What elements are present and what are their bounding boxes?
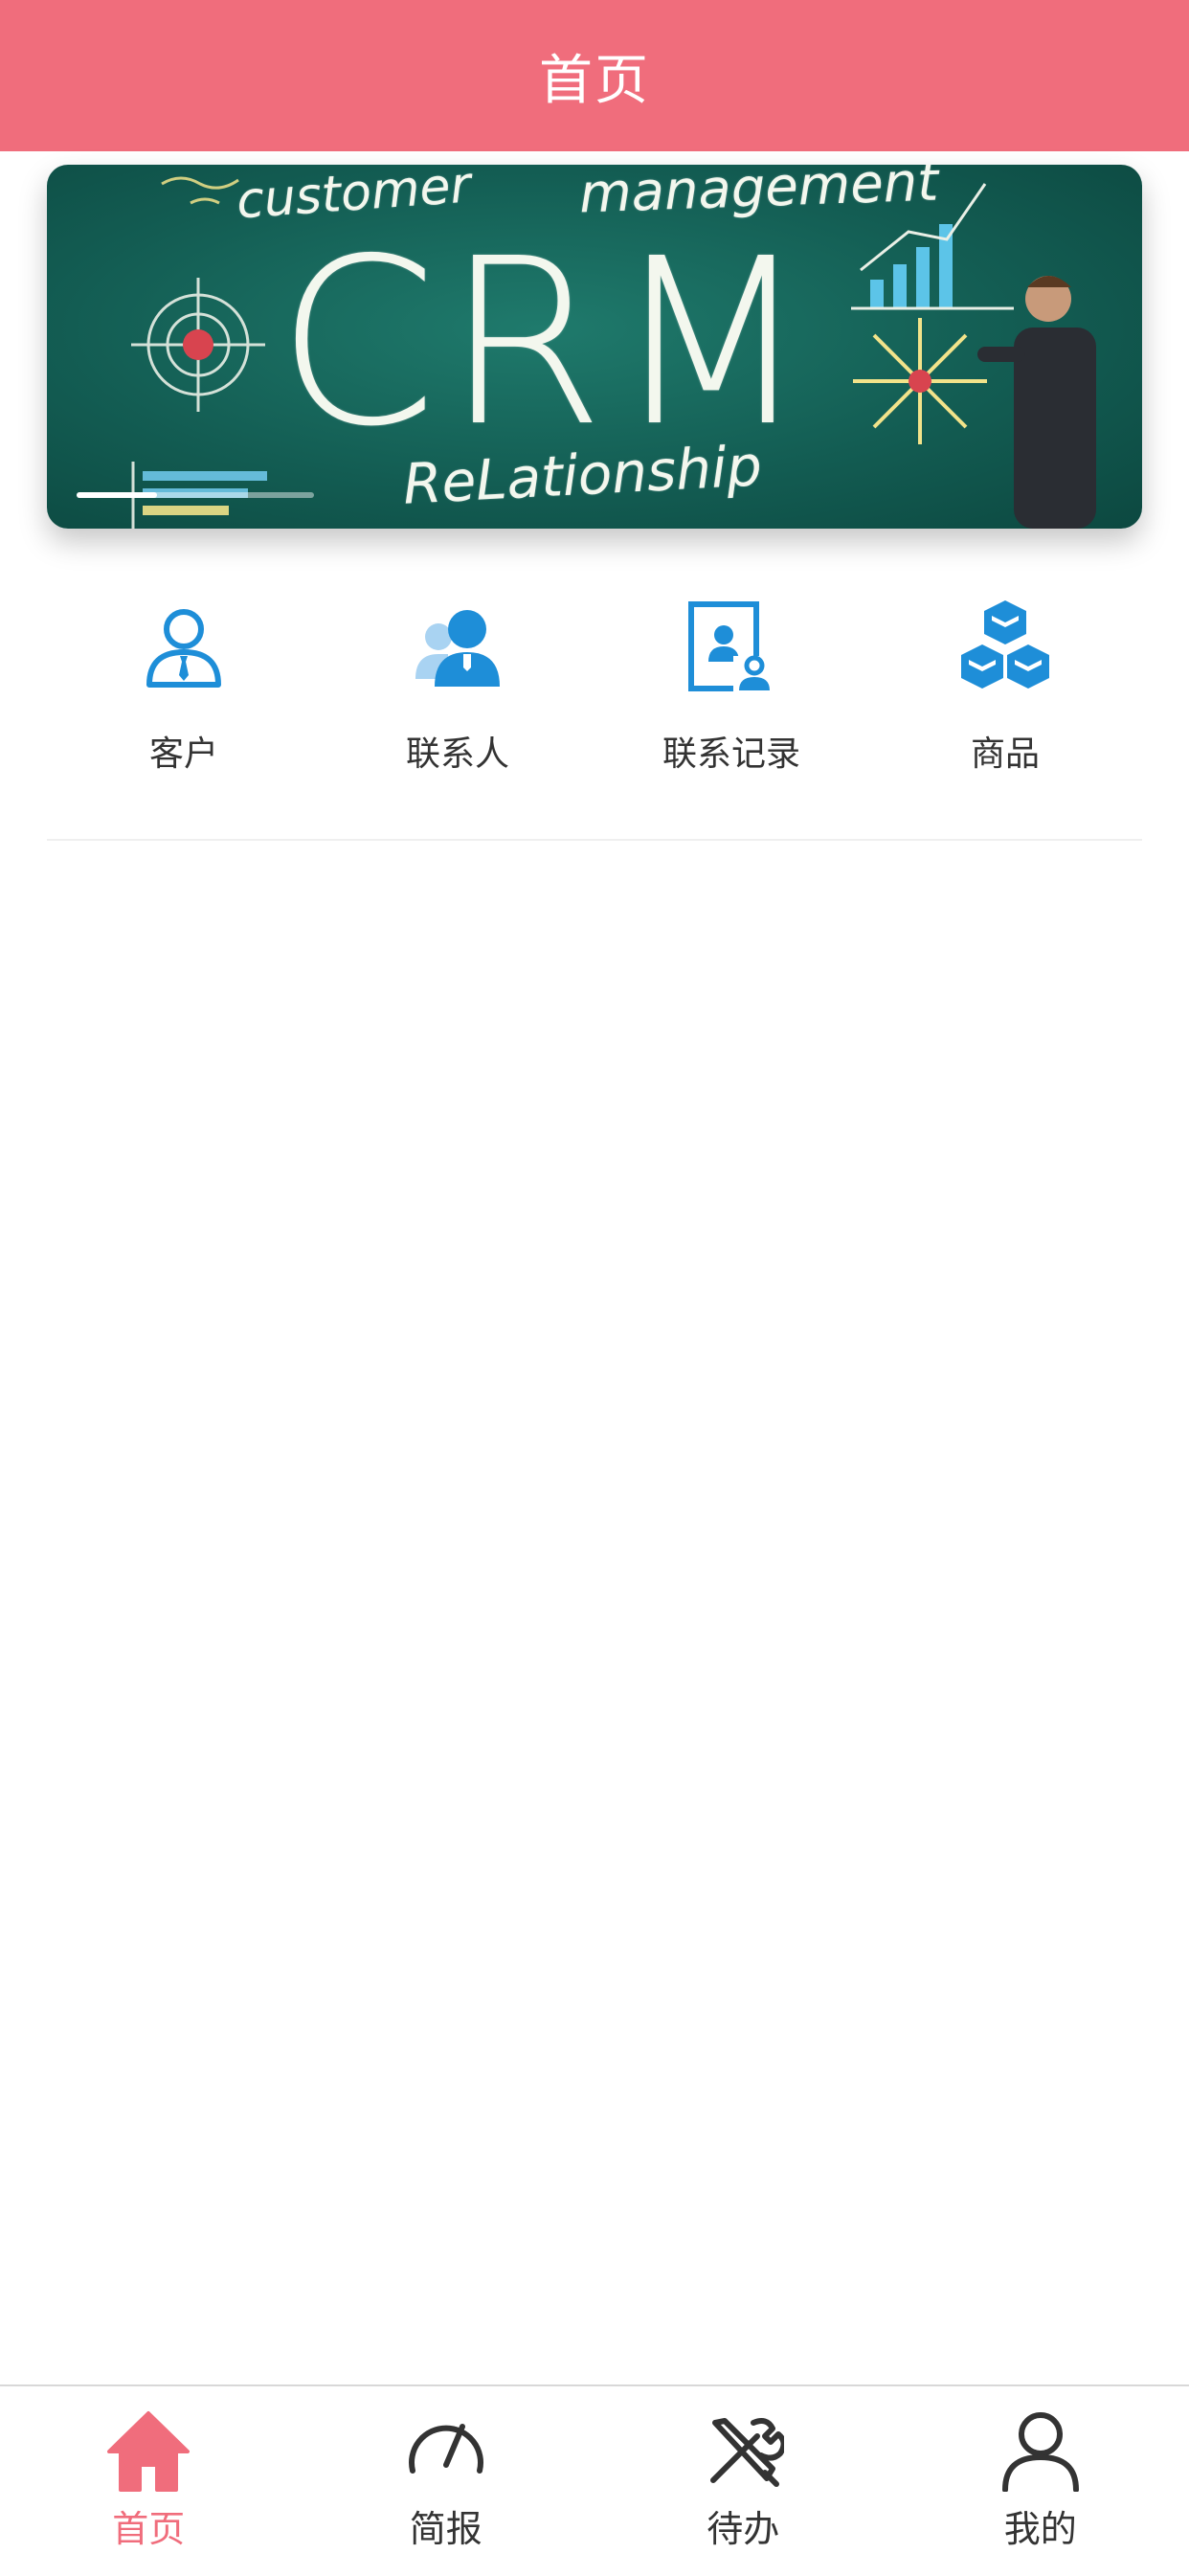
home-icon — [105, 2407, 191, 2494]
quick-link-label: 联系人 — [406, 726, 509, 776]
quick-links-grid: 客户 联系人 联系记录 — [47, 594, 1142, 804]
tools-icon — [700, 2407, 786, 2494]
quick-link-product[interactable]: 商品 — [868, 594, 1142, 804]
tab-home[interactable]: 首页 — [0, 2386, 298, 2576]
top-nav-bar: 首页 — [0, 0, 1189, 151]
tab-brief[interactable]: 简报 — [298, 2386, 595, 2576]
speedometer-icon — [403, 2407, 489, 2494]
quick-link-contact-record[interactable]: 联系记录 — [594, 594, 868, 804]
product-cubes-icon — [953, 594, 1058, 699]
contact-record-icon — [679, 594, 784, 699]
section-divider — [47, 839, 1142, 841]
banner-text-crm: CRM — [277, 228, 818, 458]
contact-person-icon — [405, 594, 510, 699]
tab-label: 首页 — [112, 2499, 185, 2552]
quick-link-contact-person[interactable]: 联系人 — [321, 594, 594, 804]
quick-link-label: 客户 — [149, 726, 218, 776]
tab-label: 待办 — [707, 2499, 779, 2552]
quick-link-label: 商品 — [971, 726, 1040, 776]
carousel-indicator — [77, 492, 314, 498]
quick-link-label: 联系记录 — [662, 726, 800, 776]
banner-carousel[interactable]: customer management CRM ReLationship — [47, 165, 1142, 529]
tab-mine[interactable]: 我的 — [892, 2386, 1189, 2576]
bottom-tab-bar: 首页 简报 待办 — [0, 2384, 1189, 2576]
user-icon — [998, 2407, 1084, 2494]
quick-link-customer[interactable]: 客户 — [47, 594, 321, 804]
page-title: 首页 — [539, 37, 650, 115]
tab-label: 我的 — [1004, 2499, 1077, 2552]
tab-todo[interactable]: 待办 — [594, 2386, 892, 2576]
tab-label: 简报 — [410, 2499, 482, 2552]
customer-icon — [131, 594, 236, 699]
carousel-indicator-active — [77, 492, 157, 498]
